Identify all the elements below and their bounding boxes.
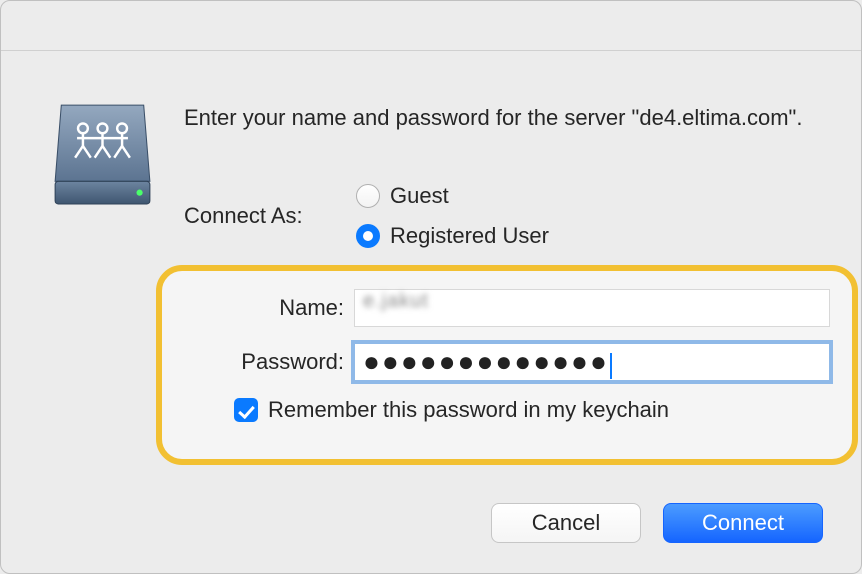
connect-button[interactable]: Connect: [663, 503, 823, 543]
radio-guest-label: Guest: [390, 183, 449, 209]
server-network-icon: [51, 96, 154, 211]
radio-registered-label: Registered User: [390, 223, 549, 249]
name-row: Name: e.jakut: [184, 289, 830, 327]
auth-dialog: Enter your name and password for the ser…: [0, 0, 862, 574]
password-value: ●●●●●●●●●●●●●: [363, 346, 609, 377]
connect-as-section: Connect As: Guest Registered User: [184, 183, 549, 249]
text-caret: [610, 353, 612, 379]
button-row: Cancel Connect: [491, 503, 823, 543]
cancel-button[interactable]: Cancel: [491, 503, 641, 543]
name-input[interactable]: e.jakut: [354, 289, 830, 327]
password-input[interactable]: ●●●●●●●●●●●●●: [354, 343, 830, 381]
password-row: Password: ●●●●●●●●●●●●●: [184, 343, 830, 381]
connect-as-label: Connect As:: [184, 203, 356, 229]
radio-icon: [356, 184, 380, 208]
password-label: Password:: [184, 349, 354, 375]
remember-label: Remember this password in my keychain: [268, 397, 669, 423]
prompt-text: Enter your name and password for the ser…: [184, 103, 804, 133]
name-value: e.jakut: [363, 290, 429, 312]
radio-registered-user[interactable]: Registered User: [356, 223, 549, 249]
connect-as-radio-group: Guest Registered User: [356, 183, 549, 249]
remember-checkbox[interactable]: Remember this password in my keychain: [234, 397, 830, 423]
header-separator: [1, 50, 861, 51]
name-label: Name:: [184, 295, 354, 321]
radio-icon: [356, 224, 380, 248]
credentials-highlight: Name: e.jakut Password: ●●●●●●●●●●●●● Re…: [156, 265, 858, 465]
checkbox-icon: [234, 398, 258, 422]
radio-guest[interactable]: Guest: [356, 183, 549, 209]
